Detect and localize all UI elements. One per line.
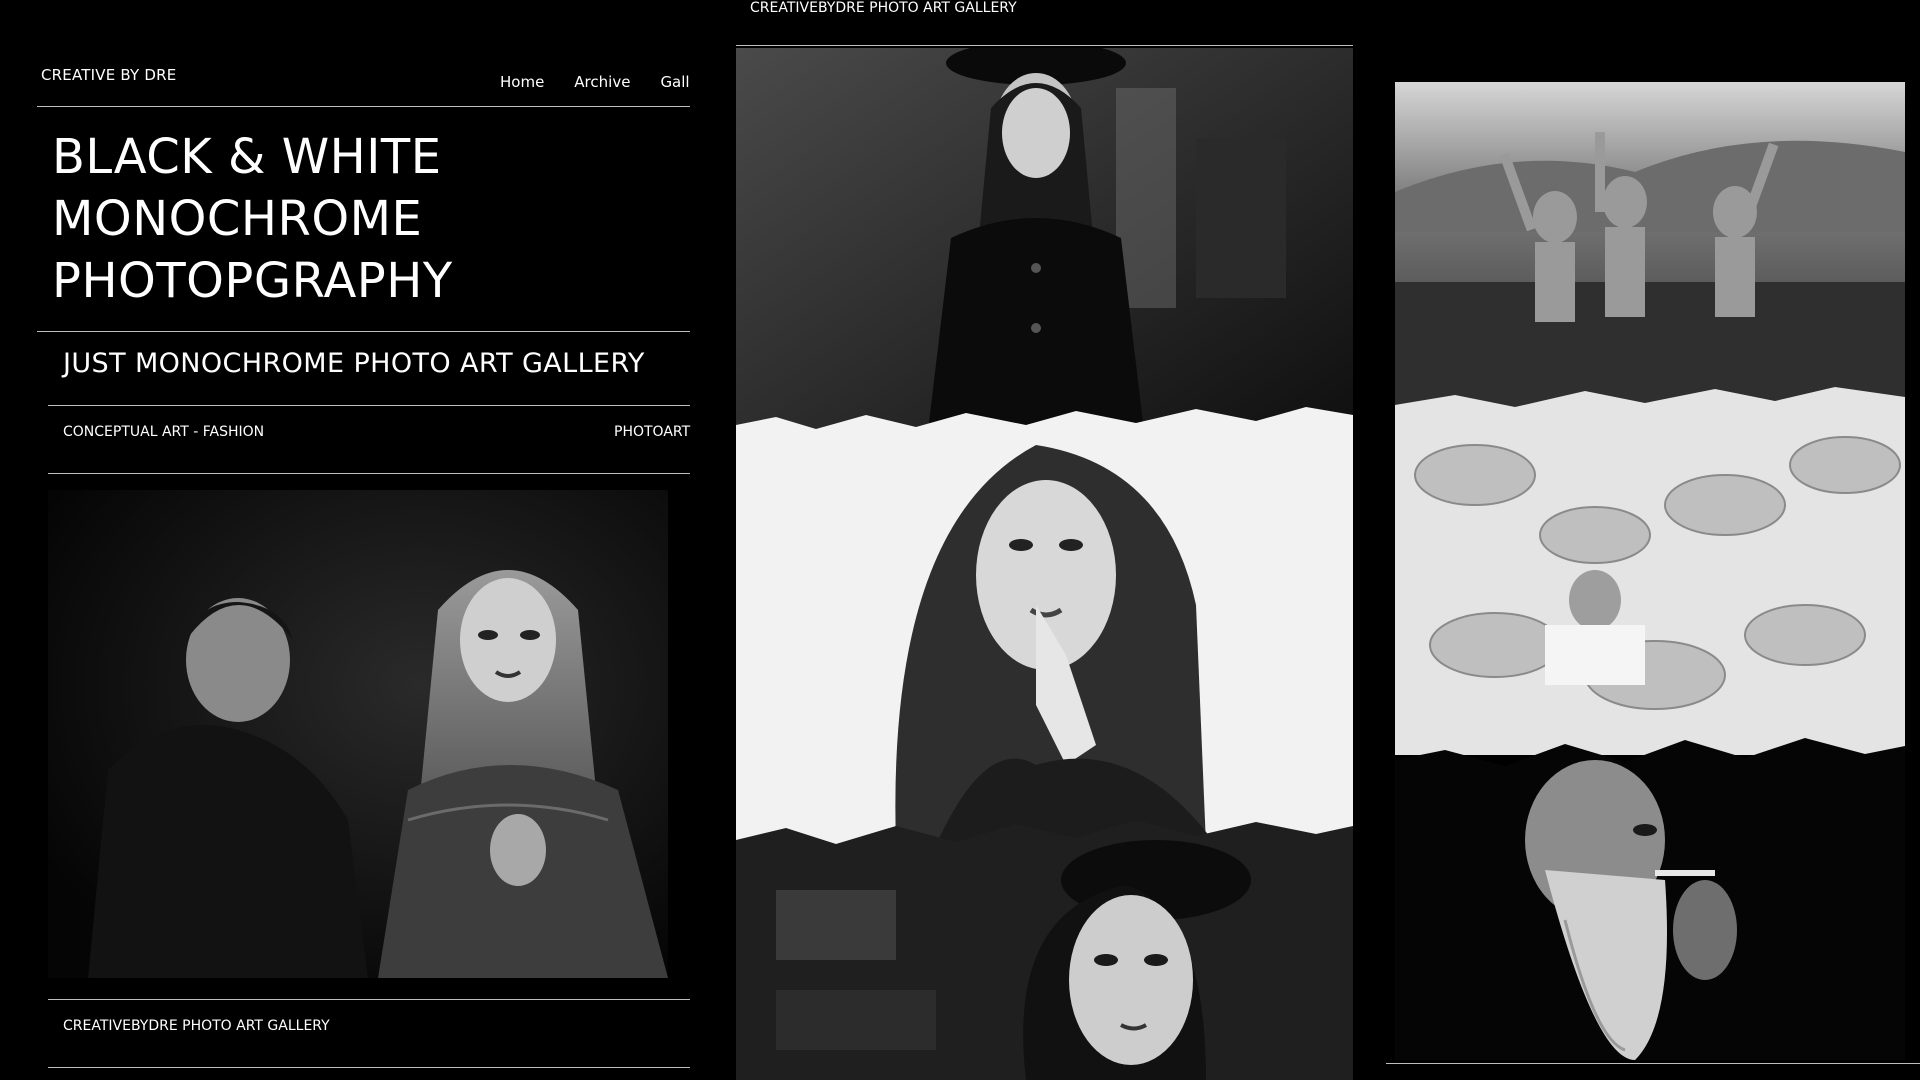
- tags-divider: [48, 473, 690, 474]
- photoart-tag: PHOTOART: [614, 424, 691, 440]
- category-tag: CONCEPTUAL ART - FASHION: [63, 424, 265, 440]
- children-cheering-photo[interactable]: [1395, 82, 1905, 422]
- old-man-smoking-photo[interactable]: [1395, 720, 1905, 1060]
- woman-in-hat-photo[interactable]: [736, 48, 1353, 448]
- center-top-divider: [736, 45, 1353, 46]
- header-divider: [37, 106, 690, 107]
- footer-divider: [48, 999, 690, 1000]
- nav-home-link[interactable]: Home: [500, 73, 544, 91]
- hero-subtitle: JUST MONOCHROME PHOTO ART GALLERY: [63, 348, 645, 379]
- right-bottom-divider: [1386, 1063, 1920, 1064]
- couple-portrait-photo[interactable]: [48, 490, 668, 978]
- brand-logo-text[interactable]: CREATIVE BY DRE: [41, 66, 176, 84]
- woman-hands-face-photo[interactable]: [736, 405, 1353, 845]
- hero-divider: [37, 331, 690, 332]
- hero-title-line-2: MONOCHROME: [52, 191, 423, 247]
- children-conical-hats-photo[interactable]: [1395, 385, 1905, 755]
- footer-caption: CREATIVEBYDRE PHOTO ART GALLERY: [63, 1018, 330, 1034]
- bottom-divider: [48, 1067, 690, 1068]
- subtitle-divider: [48, 405, 690, 406]
- gallery-caption-top: CREATIVEBYDRE PHOTO ART GALLERY: [750, 0, 1017, 16]
- nav-archive-link[interactable]: Archive: [574, 73, 630, 91]
- main-nav: Home Archive Gallery: [500, 73, 690, 91]
- hero-title-line-3: PHOTOPGRAPHY: [52, 253, 453, 309]
- nav-gallery-link[interactable]: Gallery: [660, 73, 690, 91]
- hero-title: BLACK & WHITE MONOCHROME PHOTOPGRAPHY: [52, 126, 453, 312]
- hero-title-line-1: BLACK & WHITE: [52, 129, 442, 185]
- woman-with-beret-photo[interactable]: [736, 790, 1353, 1080]
